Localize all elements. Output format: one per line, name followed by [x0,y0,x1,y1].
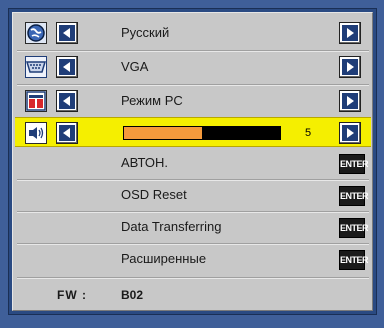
source-row[interactable]: VGA [17,53,369,81]
display-mode-row[interactable]: Режим PC [17,87,369,115]
row-divider [17,243,369,245]
volume-row[interactable]: 5 [15,117,371,147]
display-mode-next-button[interactable] [339,90,361,112]
display-mode-icon [25,90,47,112]
advanced-row[interactable]: Расширенные ENTER [17,245,369,273]
firmware-version: B02 [121,288,144,302]
language-value: Русский [121,25,170,40]
firmware-info: FW : B02 [17,283,369,307]
volume-decrease-button[interactable] [56,122,78,144]
data-transferring-label: Data Transferring [121,219,222,234]
source-next-button[interactable] [339,56,361,78]
volume-slider[interactable] [123,126,281,140]
auto-adjust-label: АВТОН. [121,155,168,170]
advanced-label: Расширенные [121,251,207,266]
display-mode-value: Режим PC [121,93,183,108]
language-row[interactable]: Русский [17,19,369,47]
row-divider [17,179,369,181]
auto-adjust-enter-button[interactable]: ENTER [339,154,369,174]
volume-icon [25,122,47,144]
firmware-label: FW : [57,288,87,302]
row-divider [17,84,369,86]
volume-value: 5 [305,127,312,139]
volume-slider-fill [124,127,202,139]
osd-menu-panel: Русский VGA Режим PC 5 АВТОН. ENTER OSD … [12,12,373,311]
osd-reset-enter-button[interactable]: ENTER [339,186,369,206]
vga-connector-icon [25,56,47,78]
footer-divider [17,277,369,279]
advanced-enter-button[interactable]: ENTER [339,250,369,270]
language-prev-button[interactable] [56,22,78,44]
data-transferring-row[interactable]: Data Transferring ENTER [17,213,369,241]
osd-reset-label: OSD Reset [121,187,187,202]
display-mode-prev-button[interactable] [56,90,78,112]
osd-reset-row[interactable]: OSD Reset ENTER [17,181,369,209]
row-divider [17,211,369,213]
language-next-button[interactable] [339,22,361,44]
globe-icon [25,22,47,44]
source-prev-button[interactable] [56,56,78,78]
source-value: VGA [121,59,149,74]
data-transferring-enter-button[interactable]: ENTER [339,218,369,238]
auto-adjust-row[interactable]: АВТОН. ENTER [17,149,369,177]
volume-increase-button[interactable] [339,122,361,144]
row-divider [17,50,369,52]
